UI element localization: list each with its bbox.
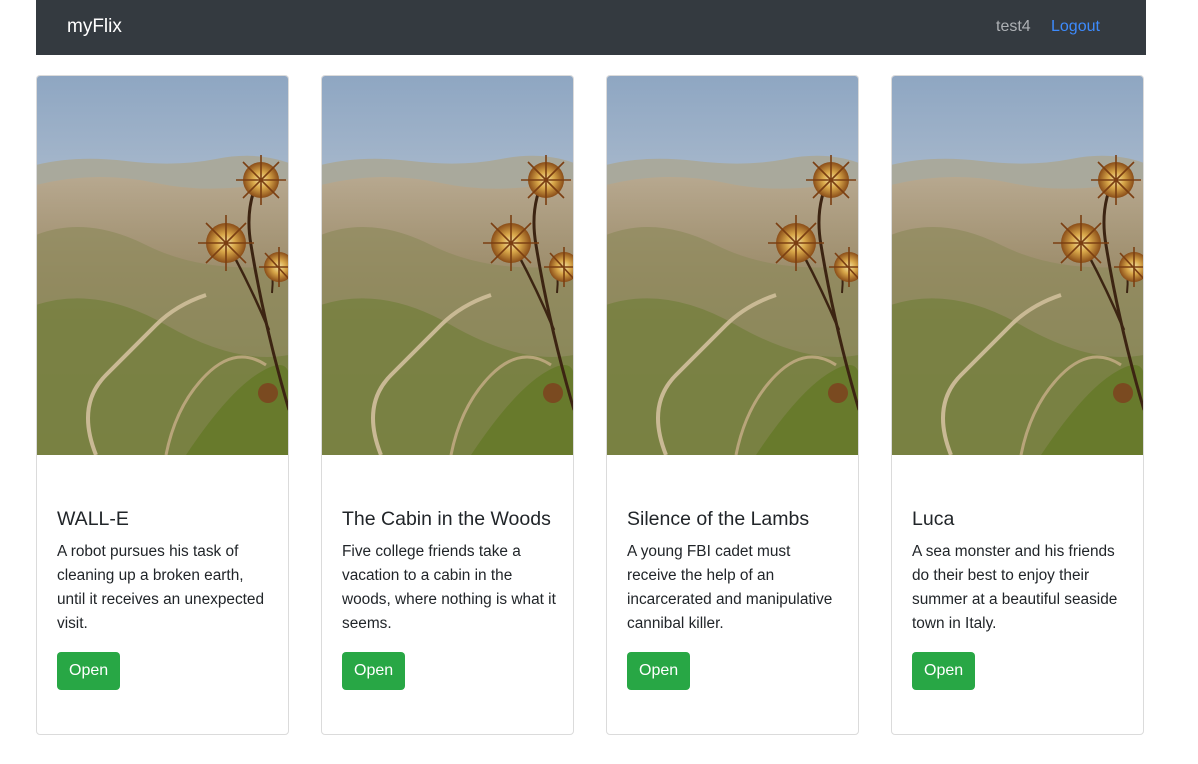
brand-link[interactable]: myFlix	[67, 16, 122, 38]
movie-description: A young FBI cadet must receive the help …	[627, 543, 833, 632]
card-body: Luca A sea monster and his friends do th…	[912, 507, 1127, 690]
movie-title: WALL-E	[57, 508, 129, 530]
card-body: WALL-E A robot pursues his task of clean…	[57, 507, 272, 690]
movie-description: Five college friends take a vacation to …	[342, 543, 556, 632]
logout-link[interactable]: Logout	[1051, 18, 1100, 36]
movie-title: The Cabin in the Woods	[342, 508, 551, 530]
movie-poster	[891, 75, 1144, 455]
movie-card: WALL-E A robot pursues his task of clean…	[36, 75, 289, 735]
card-body: The Cabin in the Woods Five college frie…	[342, 507, 557, 690]
open-button[interactable]: Open	[57, 652, 121, 690]
movie-title: Silence of the Lambs	[627, 508, 810, 530]
movie-card: Silence of the Lambs A young FBI cadet m…	[606, 75, 859, 735]
movie-card: The Cabin in the Woods Five college frie…	[321, 75, 574, 735]
card-body: Silence of the Lambs A young FBI cadet m…	[627, 507, 842, 690]
open-button[interactable]: Open	[912, 652, 976, 690]
movie-card: Luca A sea monster and his friends do th…	[891, 75, 1144, 735]
open-button[interactable]: Open	[342, 652, 406, 690]
navbar: myFlix test4 Logout	[36, 0, 1146, 55]
user-profile-link[interactable]: test4	[996, 18, 1031, 36]
movie-poster	[36, 75, 289, 455]
movie-poster	[321, 75, 574, 455]
movie-description: A robot pursues his task of cleaning up …	[57, 543, 265, 632]
movie-title: Luca	[912, 508, 955, 530]
open-button[interactable]: Open	[627, 652, 691, 690]
movie-description: A sea monster and his friends do their b…	[912, 543, 1118, 632]
movie-poster	[606, 75, 859, 455]
